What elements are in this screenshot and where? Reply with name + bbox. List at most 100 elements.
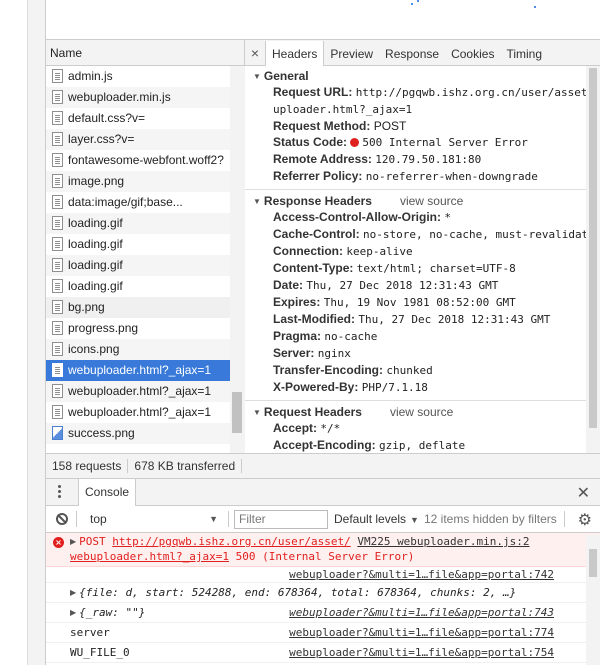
response-headers-toggle[interactable]: ▼ Response Headers view source [253,193,600,209]
section-divider [245,189,600,190]
view-source-link[interactable]: view source [400,194,463,208]
network-overview[interactable] [46,0,600,40]
header-key: Last-Modified: [273,312,355,326]
request-row[interactable]: layer.css?v= [46,129,230,150]
request-row[interactable]: loading.gif [46,255,230,276]
request-name: loading.gif [68,279,123,293]
header-row: Pragma: no-cache [253,328,600,345]
console-scroll-thumb[interactable] [589,549,597,577]
expanded-triangle-icon: ▼ [253,72,261,81]
console-object-line[interactable]: ▶ {file: d, start: 524288, end: 678364, t… [46,583,600,603]
console-line: WU_FILE_0 webuploader?&multi=1…file&app=p… [46,643,600,663]
status-separator [241,459,243,473]
header-row: X-Powered-By: PHP/7.1.18 [253,379,600,396]
error-source-link[interactable]: VM225 webuploader.min.js:2 [357,535,529,548]
console-source-link[interactable]: webuploader?&multi=1…file&app=portal:754 [289,643,554,662]
console-scrollbar[interactable] [586,535,600,665]
request-row[interactable]: success.png [46,423,230,444]
file-icon [52,174,63,188]
request-method-row: Request Method: POST [253,118,600,134]
request-row[interactable]: admin.js [46,66,230,87]
details-scroll-thumb[interactable] [589,68,597,428]
header-key: Access-Control-Allow-Origin: [273,210,442,224]
request-list: admin.js webuploader.min.js default.css?v=… [46,66,230,453]
general-section-toggle[interactable]: ▼ General [253,68,600,84]
status-separator [127,459,129,473]
request-row[interactable]: data:image/gif;base... [46,192,230,213]
collapsed-triangle-icon[interactable]: ▶ [70,537,76,546]
console-object-line[interactable]: ▶ {_raw: ""} webuploader?&multi=1…file&app… [46,603,600,623]
close-details-icon[interactable]: × [245,40,265,66]
transferred-size: 678 KB transferred [134,459,236,473]
request-name-column: Name admin.js webuploader.min.js default.c… [46,40,245,478]
error-url-link[interactable]: http://pgqwb.ishz.org.cn/user/asset/ [112,535,350,548]
referrer-policy-label: Referrer Policy: [273,169,363,183]
header-key: Date: [273,278,304,292]
more-tools-icon[interactable] [58,485,62,499]
request-row[interactable]: progress.png [46,318,230,339]
tab-console[interactable]: Console [78,479,137,506]
tab-timing[interactable]: Timing [500,41,548,67]
request-row[interactable]: webuploader.html?_ajax=1 [46,360,230,381]
error-method: POST [79,535,106,548]
response-header-rows: Access-Control-Allow-Origin: * Cache-Cont… [253,209,600,396]
request-name: data:image/gif;base... [68,195,183,209]
request-row[interactable]: webuploader.html?_ajax=1 [46,402,230,423]
collapsed-triangle-icon[interactable]: ▶ [70,608,76,617]
console-error-message[interactable]: × ▶ POST http://pgqwb.ishz.org.cn/user/as… [46,533,600,567]
tab-preview[interactable]: Preview [324,41,379,67]
request-row[interactable]: webuploader.html?_ajax=1 [46,381,230,402]
error-url-link-cont[interactable]: webuploader.html?_ajax=1 [70,550,229,563]
file-icon [52,132,63,146]
file-icon [52,363,63,377]
request-method-value: POST [373,119,407,133]
request-row[interactable]: default.css?v= [46,108,230,129]
context-select[interactable]: top ▼ [82,506,222,533]
name-column-header[interactable]: Name [46,40,244,66]
console-text: WU_FILE_0 [70,646,130,659]
request-row[interactable]: image.png [46,171,230,192]
clear-console-icon[interactable] [56,513,68,525]
request-row[interactable]: webuploader.min.js [46,87,230,108]
console-messages: × ▶ POST http://pgqwb.ishz.org.cn/user/as… [46,533,600,663]
request-headers-title: Request Headers [263,405,362,419]
header-value: text/html; charset=UTF-8 [356,262,516,275]
details-scrollbar[interactable] [586,66,600,453]
header-row: Transfer-Encoding: chunked [253,362,600,379]
tab-cookies[interactable]: Cookies [445,41,500,67]
header-key: Accept-Encoding: [273,438,376,452]
request-name: icons.png [68,342,120,356]
request-name: success.png [68,426,135,440]
collapsed-triangle-icon[interactable]: ▶ [70,588,76,597]
context-value: top [90,512,107,526]
request-list-scroll-thumb[interactable] [232,392,242,433]
header-row: Server: nginx [253,345,600,362]
console-source-link[interactable]: webuploader?&multi=1…file&app=portal:774 [289,623,554,642]
header-row: Date: Thu, 27 Dec 2018 12:31:43 GMT [253,277,600,294]
console-toolbar: top ▼ Filter Default levels ▼ 12 items hid… [46,506,600,533]
header-key: Transfer-Encoding: [273,363,384,377]
tab-response[interactable]: Response [379,41,445,67]
request-header-rows: Accept: */* Accept-Encoding: gzip, deflat… [253,420,600,453]
request-headers-toggle[interactable]: ▼ Request Headers view source [253,404,600,420]
filter-input[interactable]: Filter [234,510,328,529]
request-row[interactable]: fontawesome-webfont.woff2? [46,150,230,171]
header-key: Server: [273,346,315,360]
view-source-link[interactable]: view source [390,405,453,419]
request-row[interactable]: loading.gif [46,276,230,297]
console-source-link[interactable]: webuploader?&multi=1…file&app=portal:742 [289,567,554,582]
gear-icon[interactable]: ⚙ [578,510,592,530]
request-row[interactable]: loading.gif [46,234,230,255]
close-drawer-icon[interactable]: ✕ [577,483,590,503]
tab-headers[interactable]: Headers [265,41,325,67]
overview-tick [411,3,413,5]
error-status: 500 (Internal Server Error) [235,550,415,563]
request-name: bg.png [68,300,105,314]
levels-dropdown[interactable]: Default levels ▼ [334,506,419,533]
request-row[interactable]: loading.gif [46,213,230,234]
header-value: no-cache [324,330,378,343]
response-headers-section: ▼ Response Headers view source Access-Cont… [245,193,600,396]
request-row[interactable]: icons.png [46,339,230,360]
console-source-link[interactable]: webuploader?&multi=1…file&app=portal:743 [289,603,554,622]
request-row[interactable]: bg.png [46,297,230,318]
